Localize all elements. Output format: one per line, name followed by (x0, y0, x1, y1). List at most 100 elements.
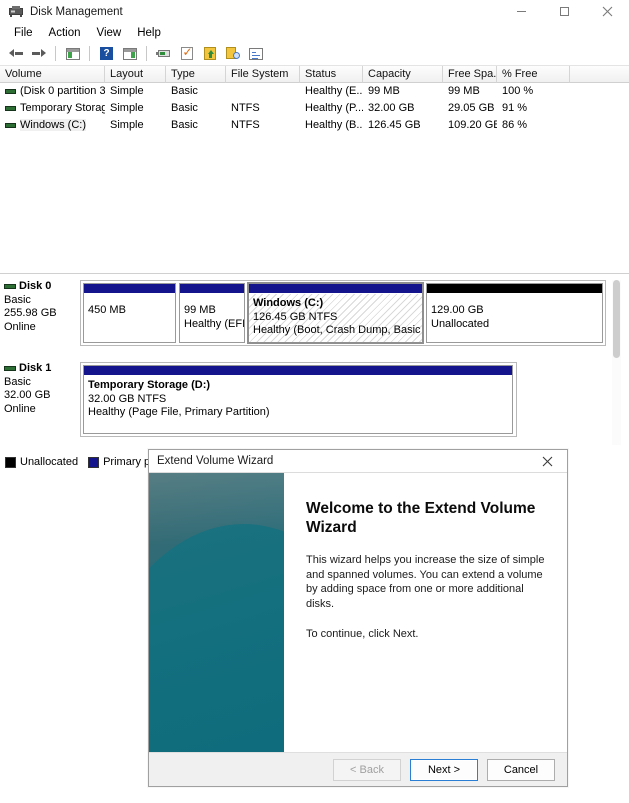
help-icon[interactable]: ? (96, 44, 117, 64)
menu-item-view[interactable]: View (89, 25, 130, 41)
disk-0-partitions: 450 MB 99 MB Healthy (EFI Windows (C:) 1… (80, 280, 606, 346)
column-header-percent-free[interactable]: % Free (497, 66, 570, 83)
cell-layout: Simple (110, 102, 144, 114)
legend-swatch-primary-partition (88, 456, 100, 468)
disk-status: Online (4, 402, 36, 415)
cell-percent-free: 91 % (502, 102, 528, 114)
partition-status: Unallocated (431, 317, 490, 330)
cell-volume: Temporary Storag... (0, 100, 105, 117)
cell-status: Healthy (E... (305, 85, 363, 97)
cell-free-space: 99 MB (448, 85, 480, 97)
disk-size: 255.98 GB (4, 307, 57, 319)
cell-file-system: NTFS (231, 119, 260, 131)
partition-block-windows-c[interactable]: Windows (C:) 126.45 GB NTFS Healthy (Boo… (247, 282, 424, 344)
partition-title: Temporary Storage (D:) (88, 379, 211, 391)
column-header-status[interactable]: Status (300, 66, 363, 83)
partition-block[interactable]: 450 MB (83, 283, 176, 343)
cell-capacity: 32.00 GB (368, 102, 415, 114)
check-disk-icon[interactable] (176, 44, 197, 64)
cell-type: Basic (171, 102, 198, 114)
volume-icon (5, 122, 16, 128)
cell-percent-free: 86 % (502, 119, 528, 131)
disk-row-disk-1[interactable]: Disk 1 Basic 32.00 GB Online Temporary S… (0, 362, 517, 437)
cell-status: Healthy (P... (305, 102, 363, 114)
window-controls (500, 0, 629, 23)
partition-title: Windows (C:) (253, 297, 324, 309)
partition-block-unallocated[interactable]: 129.00 GB Unallocated (426, 283, 603, 343)
back-icon[interactable] (5, 44, 26, 64)
up-one-level-icon[interactable] (62, 44, 83, 64)
disk-row-disk-0[interactable]: Disk 0 Basic 255.98 GB Online 450 MB 99 … (0, 280, 606, 346)
toolbar-separator (146, 46, 147, 61)
disk-info-disk-1: Disk 1 Basic 32.00 GB Online (0, 362, 80, 437)
examine-disk-icon[interactable] (222, 44, 243, 64)
partition-size: 126.45 GB NTFS (253, 310, 338, 323)
wizard-paragraph-1: This wizard helps you increase the size … (306, 554, 545, 610)
column-header-spacer[interactable] (570, 66, 629, 83)
partition-status: Healthy (Boot, Crash Dump, Basic Dat (253, 324, 422, 336)
cell-percent-free: 100 % (502, 85, 534, 97)
wizard-content: Welcome to the Extend Volume Wizard This… (284, 473, 567, 754)
column-header-file-system[interactable]: File System (226, 66, 300, 83)
partition-capacity-bar (84, 366, 512, 376)
menu-item-help[interactable]: Help (129, 25, 169, 41)
wizard-banner-image (149, 473, 284, 755)
volume-icon (5, 88, 16, 94)
disk-1-partitions: Temporary Storage (D:) 32.00 GB NTFS Hea… (80, 362, 517, 437)
cell-volume: (Disk 0 partition 3) (0, 83, 105, 100)
partition-block[interactable]: 99 MB Healthy (EFI (179, 283, 245, 343)
cell-type: Basic (171, 119, 198, 131)
partition-capacity-bar (84, 284, 175, 294)
disk-icon (4, 283, 16, 289)
wizard-title: Extend Volume Wizard (157, 455, 274, 467)
disk-status: Online (4, 320, 36, 333)
cell-file-system: NTFS (231, 102, 260, 114)
disk-type: Basic (4, 375, 31, 388)
table-row[interactable]: (Disk 0 partition 3) Simple Basic Health… (0, 83, 629, 100)
disk-view-scrollbar[interactable] (612, 280, 621, 445)
menu-item-file[interactable]: File (6, 25, 41, 41)
legend-label-unallocated: Unallocated (20, 456, 79, 468)
forward-icon[interactable] (28, 44, 49, 64)
wizard-close-button[interactable] (527, 450, 567, 472)
extend-volume-wizard-dialog: Extend Volume Wizard Welcome to the Exte… (148, 449, 568, 787)
disk-name: Disk 1 (19, 362, 52, 374)
disk-name: Disk 0 (19, 280, 52, 292)
close-button[interactable] (586, 0, 629, 23)
cell-free-space: 109.20 GB (448, 119, 497, 131)
minimize-button[interactable] (500, 0, 543, 23)
rescan-disks-icon[interactable] (153, 44, 174, 64)
cell-type: Basic (171, 85, 198, 97)
disk-management-icon (9, 5, 23, 18)
volume-icon (5, 105, 16, 111)
column-header-volume[interactable]: Volume (0, 66, 105, 83)
window-title: Disk Management (30, 5, 123, 18)
table-row[interactable]: Temporary Storag... Simple Basic NTFS He… (0, 100, 629, 117)
cell-layout: Simple (110, 119, 144, 131)
next-button[interactable]: Next > (410, 758, 478, 781)
volume-list-header: Volume Layout Type File System Status Ca… (0, 66, 629, 83)
partition-size: 99 MB (184, 304, 216, 316)
wizard-paragraph-2: To continue, click Next. (306, 628, 419, 640)
cancel-button[interactable]: Cancel (487, 758, 555, 781)
column-header-capacity[interactable]: Capacity (363, 66, 443, 83)
table-row[interactable]: Windows (C:) Simple Basic NTFS Healthy (… (0, 117, 629, 134)
show-hide-console-tree-icon[interactable] (119, 44, 140, 64)
column-header-layout[interactable]: Layout (105, 66, 166, 83)
menu-item-action[interactable]: Action (41, 25, 89, 41)
column-header-type[interactable]: Type (166, 66, 226, 83)
cell-file-system (226, 83, 300, 100)
maximize-button[interactable] (543, 0, 586, 23)
create-volume-icon[interactable] (199, 44, 220, 64)
properties-icon[interactable] (245, 44, 266, 64)
disk-icon (4, 365, 16, 371)
back-button[interactable]: < Back (333, 758, 401, 781)
legend-swatch-unallocated (5, 456, 16, 468)
cell-free-space: 29.05 GB (448, 102, 495, 114)
column-header-free-space[interactable]: Free Spa... (443, 66, 497, 83)
disk-size: 32.00 GB (4, 389, 51, 401)
partition-block-temporary-storage-d[interactable]: Temporary Storage (D:) 32.00 GB NTFS Hea… (83, 365, 513, 434)
scrollbar-thumb[interactable] (613, 280, 620, 358)
cell-volume: Windows (C:) (0, 117, 105, 134)
partition-size: 129.00 GB (431, 304, 484, 316)
